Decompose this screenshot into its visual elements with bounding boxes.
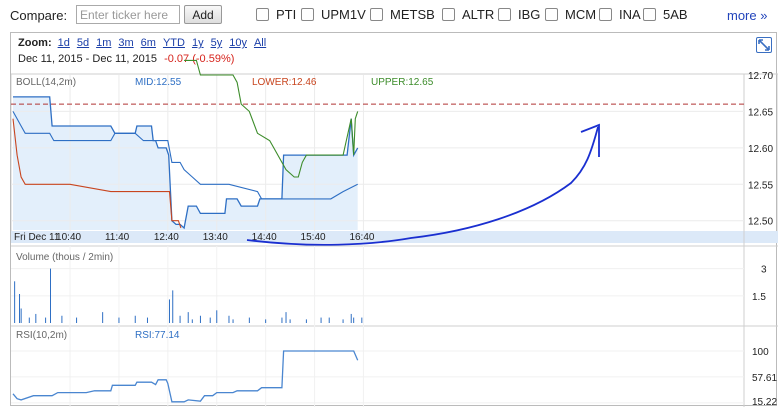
y-tick-label: 12.60	[748, 144, 773, 155]
boll-label: BOLL(14,2m)	[16, 77, 76, 88]
x-tick-label: 10:40	[56, 232, 81, 243]
price-fill-area	[13, 96, 358, 231]
compare-ticker-label: PTI	[276, 7, 297, 22]
compare-ticker-label: 5AB	[663, 7, 688, 22]
series-rsi-line	[12, 350, 359, 403]
compare-item-ibg[interactable]: IBG	[498, 7, 540, 22]
rsi-y-tick: 100	[752, 347, 769, 358]
x-tick-label: 11:40	[105, 232, 130, 243]
compare-ticker-label: METSB	[390, 7, 435, 22]
compare-item-metsb[interactable]: METSB	[370, 7, 435, 22]
upper-readout: UPPER:12.65	[371, 77, 434, 88]
volume-label: Volume (thous / 2min)	[16, 252, 113, 263]
checkbox-icon[interactable]	[545, 8, 558, 21]
rsi-y-ticks: 100 57.61 15.22	[752, 347, 777, 407]
compare-item-5ab[interactable]: 5AB	[643, 7, 688, 22]
checkbox-icon[interactable]	[498, 8, 511, 21]
y-tick-label: 12.50	[748, 217, 773, 228]
rsi-readout: RSI:77.14	[135, 330, 180, 341]
x-tick-label: 12:40	[154, 232, 179, 243]
compare-ticker-label: IBG	[518, 7, 541, 22]
checkbox-icon[interactable]	[643, 8, 656, 21]
add-button[interactable]: Add	[184, 5, 222, 24]
lower-readout: LOWER:12.46	[252, 77, 317, 88]
ticker-input[interactable]	[76, 5, 180, 24]
mid-readout: MID:12.55	[135, 77, 182, 88]
compare-label: Compare:	[10, 8, 68, 23]
compare-ticker-label: MCM	[565, 7, 597, 22]
chart-svg: BOLL(14,2m) MID:12.55 LOWER:12.46 UPPER:…	[11, 59, 778, 407]
rsi-y-tick: 15.22	[752, 397, 777, 407]
checkbox-icon[interactable]	[301, 8, 314, 21]
compare-ticker-label: UPM1V	[321, 7, 366, 22]
volume-grid	[11, 268, 744, 297]
checkbox-icon[interactable]	[442, 8, 455, 21]
rsi-grid	[11, 350, 744, 404]
volume-y-tick: 3	[761, 265, 767, 276]
chart-panel: Zoom: 1d 5d 1m 3m 6m YTD 1y 5y 10y All D…	[10, 32, 778, 407]
y-tick-label: 12.55	[748, 180, 773, 191]
price-y-ticks: 12.70 12.65 12.60 12.55 12.50	[748, 71, 773, 228]
y-tick-label: 12.70	[748, 71, 773, 82]
x-tick-label: 13:40	[203, 232, 228, 243]
compare-item-upm1v[interactable]: UPM1V	[301, 7, 366, 22]
rsi-y-tick: 57.61	[752, 373, 777, 384]
compare-item-pti[interactable]: PTI	[256, 7, 296, 22]
rsi-label: RSI(10,2m)	[16, 330, 67, 341]
x-tick-label: 16:40	[349, 232, 374, 243]
compare-ticker-label: ALTR	[462, 7, 495, 22]
more-link[interactable]: more »	[727, 8, 767, 23]
x-tick-label: Fri Dec 11	[14, 232, 60, 243]
checkbox-icon[interactable]	[256, 8, 269, 21]
compare-bar: Compare: Add PTI UPM1V METSB ALTR IBG MC…	[0, 0, 780, 30]
compare-item-mcm[interactable]: MCM	[545, 7, 596, 22]
price-area	[13, 96, 358, 231]
x-tick-label: 15:40	[301, 232, 326, 243]
compare-item-ina[interactable]: INA	[599, 7, 641, 22]
volume-y-tick: 1.5	[752, 292, 766, 303]
compare-ticker-label: INA	[619, 7, 641, 22]
volume-y-ticks: 31.5	[752, 265, 767, 303]
y-tick-label: 12.65	[748, 107, 773, 118]
rsi-line	[12, 350, 359, 403]
checkbox-icon[interactable]	[370, 8, 383, 21]
compare-item-altr[interactable]: ALTR	[442, 7, 494, 22]
checkbox-icon[interactable]	[599, 8, 612, 21]
